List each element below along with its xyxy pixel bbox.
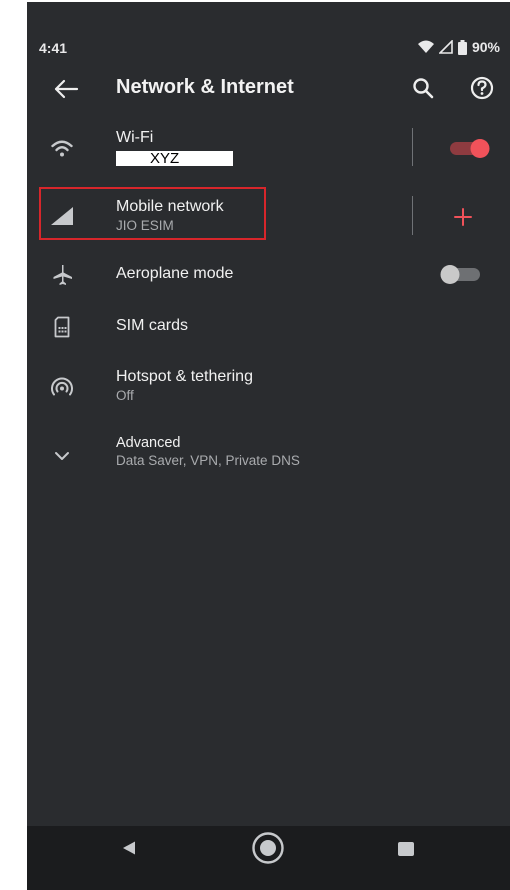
app-bar: Network & Internet: [27, 66, 510, 116]
highlight-box: [39, 187, 266, 240]
status-time: 4:41: [39, 40, 68, 56]
advanced-value: Data Saver, VPN, Private DNS: [116, 453, 300, 468]
wifi-network-name: XYZ: [116, 151, 233, 166]
signal-icon: [438, 40, 453, 54]
hotspot-icon: [47, 373, 77, 403]
wifi-label: Wi-Fi: [116, 129, 154, 146]
hotspot-label: Hotspot & tethering: [116, 368, 253, 385]
navigation-bar: [27, 826, 510, 870]
phone-screen: 4:41 90% Network & Internet Wi-Fi XYZ Mo…: [27, 2, 510, 890]
hotspot-value: Off: [116, 388, 134, 403]
wifi-divider: [412, 128, 413, 166]
sim-card-icon: [47, 312, 77, 342]
sim-cards-setting[interactable]: SIM cards: [27, 307, 510, 347]
battery-icon: [457, 39, 467, 55]
wifi-icon: [47, 134, 77, 164]
bottom-bezel: [27, 870, 510, 890]
wifi-setting[interactable]: Wi-Fi: [27, 122, 510, 174]
chevron-down-icon: [47, 441, 77, 471]
page-title: Network & Internet: [116, 76, 294, 98]
sim-cards-label: SIM cards: [116, 317, 189, 334]
nav-recents-icon[interactable]: [398, 842, 414, 856]
aeroplane-mode-toggle[interactable]: [437, 263, 483, 285]
airplane-icon: [47, 260, 77, 290]
arrow-back-icon[interactable]: [53, 78, 79, 100]
mobile-divider: [412, 196, 413, 235]
battery-percent: 90%: [471, 39, 500, 55]
plus-icon[interactable]: [453, 207, 473, 227]
help-circle-icon[interactable]: [468, 74, 496, 102]
aeroplane-mode-label: Aeroplane mode: [116, 265, 234, 282]
wifi-toggle[interactable]: [447, 137, 493, 159]
wifi-icon: [417, 40, 434, 53]
advanced-label: Advanced: [116, 435, 181, 451]
search-icon[interactable]: [410, 75, 436, 101]
advanced-setting[interactable]: Advanced Data Saver, VPN, Private DNS: [27, 430, 510, 482]
status-bar: 4:41 90%: [27, 38, 510, 58]
nav-back-icon[interactable]: [121, 840, 137, 856]
nav-home-icon[interactable]: [251, 831, 285, 865]
hotspot-setting[interactable]: Hotspot & tethering Off: [27, 360, 510, 416]
status-icons: 90%: [417, 39, 500, 55]
